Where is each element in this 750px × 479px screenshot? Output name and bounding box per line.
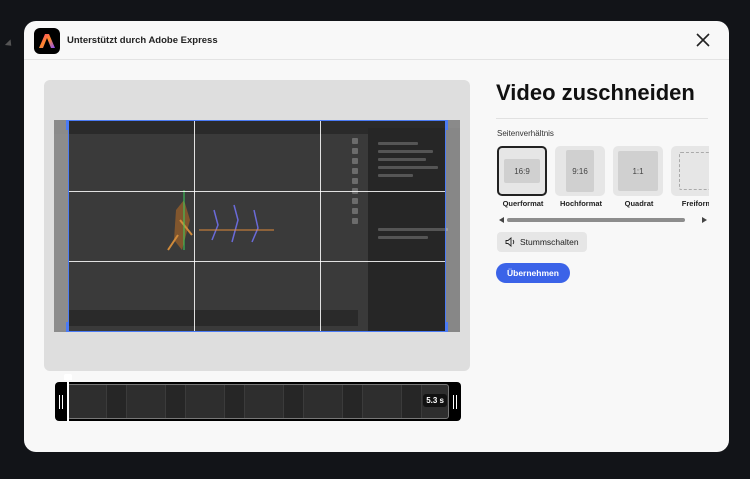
timeline-duration: 5.3 s bbox=[423, 394, 447, 407]
crop-handle-top-left[interactable] bbox=[66, 120, 78, 130]
mouse-cursor-icon bbox=[4, 39, 15, 49]
ratio-label: Quadrat bbox=[624, 199, 654, 208]
ratio-option-landscape[interactable]: 16:9 Querformat bbox=[497, 146, 549, 208]
ratio-preview-1-1: 1:1 bbox=[618, 151, 658, 191]
aspect-ratio-label: Seitenverhältnis bbox=[497, 129, 554, 138]
aspect-ratio-options: 16:9 Querformat 9:16 Hochformat 1:1 Quad… bbox=[497, 146, 709, 210]
dialog-header: Unterstützt durch Adobe Express bbox=[24, 21, 729, 59]
ratio-label: Querformat bbox=[502, 199, 544, 208]
mute-button[interactable]: Stummschalten bbox=[497, 232, 587, 252]
title-divider bbox=[496, 118, 708, 119]
close-button[interactable] bbox=[692, 29, 714, 51]
crop-handle-bottom-left[interactable] bbox=[66, 322, 78, 332]
ratio-label: Hochformat bbox=[559, 199, 603, 208]
close-icon bbox=[696, 33, 710, 47]
scroll-left-icon[interactable] bbox=[499, 217, 504, 223]
ratio-preview-16-9: 16:9 bbox=[504, 159, 540, 183]
crop-grid-line bbox=[69, 260, 445, 262]
video-preview-area bbox=[44, 80, 470, 371]
timeline-trim-handle-right[interactable] bbox=[449, 382, 461, 421]
speaker-icon bbox=[505, 237, 515, 247]
ratio-option-square[interactable]: 1:1 Quadrat bbox=[613, 146, 665, 208]
apply-button[interactable]: Übernehmen bbox=[496, 263, 570, 283]
ratio-scrollbar[interactable] bbox=[497, 216, 709, 224]
crop-grid-line bbox=[319, 121, 321, 331]
timeline-playhead[interactable] bbox=[64, 374, 72, 422]
crop-video-dialog: Unterstützt durch Adobe Express 5.3 s Vi… bbox=[24, 21, 729, 452]
video-timeline: 5.3 s bbox=[55, 374, 461, 422]
ratio-option-freeform[interactable]: Freiform bbox=[671, 146, 709, 208]
video-frame bbox=[54, 120, 460, 332]
timeline-frames bbox=[67, 384, 449, 419]
crop-mask-left bbox=[54, 120, 68, 332]
scrollbar-thumb[interactable] bbox=[507, 218, 685, 222]
crop-grid-line bbox=[194, 121, 196, 331]
crop-mask-right bbox=[446, 120, 460, 332]
timeline-trim-handle-left[interactable] bbox=[55, 382, 67, 421]
adobe-express-logo-icon bbox=[34, 28, 60, 54]
panel-title: Video zuschneiden bbox=[496, 80, 695, 105]
crop-handle-bottom-right[interactable] bbox=[436, 322, 448, 332]
header-title: Unterstützt durch Adobe Express bbox=[67, 35, 218, 46]
scroll-right-icon[interactable] bbox=[702, 217, 707, 223]
header-divider bbox=[24, 59, 729, 60]
ratio-label: Freiform bbox=[681, 199, 709, 208]
ratio-option-portrait[interactable]: 9:16 Hochformat bbox=[555, 146, 607, 208]
ratio-preview-freeform bbox=[679, 152, 709, 190]
mute-label: Stummschalten bbox=[520, 237, 579, 247]
ratio-preview-9-16: 9:16 bbox=[566, 150, 594, 192]
crop-grid-line bbox=[69, 190, 445, 192]
crop-frame[interactable] bbox=[66, 120, 448, 332]
crop-handle-top-right[interactable] bbox=[436, 120, 448, 130]
